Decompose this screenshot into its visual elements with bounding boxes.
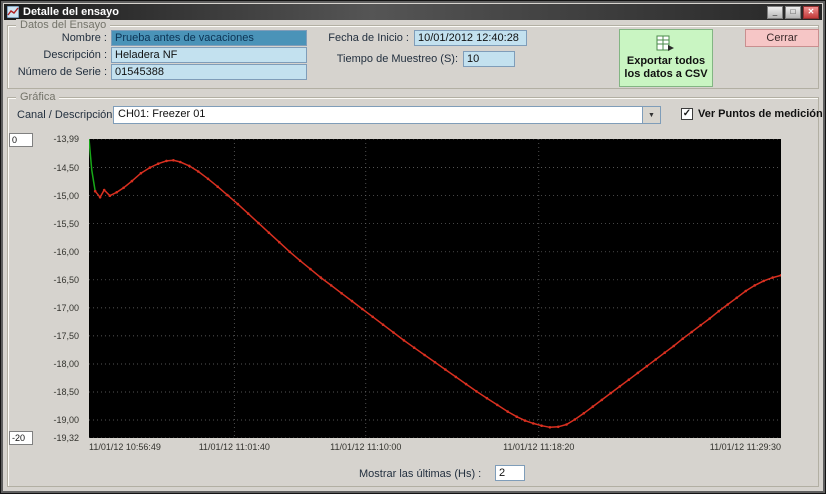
chevron-down-icon[interactable]: ▼ <box>642 107 660 123</box>
y-tick-label: -15,50 <box>53 219 79 229</box>
canal-label: Canal / Descripción : <box>17 109 119 121</box>
dialog-window: Detalle del ensayo _ □ ✕ Datos del Ensay… <box>0 0 826 494</box>
cerrar-button[interactable]: Cerrar <box>745 29 819 47</box>
y-tick-label: -16,00 <box>53 247 79 257</box>
descripcion-label: Descripción : <box>15 49 107 61</box>
grafica-group-label: Gráfica <box>16 91 59 103</box>
y-tick-label: -18,00 <box>53 359 79 369</box>
minimize-button[interactable]: _ <box>767 6 783 19</box>
title-bar: Detalle del ensayo _ □ ✕ <box>4 4 822 20</box>
ver-puntos-checkbox[interactable]: ✓ Ver Puntos de medición <box>681 108 823 120</box>
fecha-inicio-input[interactable] <box>414 30 527 46</box>
tiempo-muestreo-input[interactable] <box>463 51 515 67</box>
export-csv-label: Exportar todos los datos a CSV <box>620 55 712 81</box>
tiempo-muestreo-label: Tiempo de Muestreo (S): <box>321 53 458 65</box>
fecha-inicio-label: Fecha de Inicio : <box>321 32 409 44</box>
y-max-input[interactable] <box>9 133 33 147</box>
mostrar-ultimas-label: Mostrar las últimas (Hs) : <box>359 468 481 480</box>
nombre-label: Nombre : <box>15 32 107 44</box>
y-min-input[interactable] <box>9 431 33 445</box>
canal-combobox[interactable]: CH01: Freezer 01 ▼ <box>113 106 661 124</box>
window-icon <box>7 6 19 18</box>
export-csv-button[interactable]: Exportar todos los datos a CSV <box>619 29 713 87</box>
mostrar-ultimas-input[interactable] <box>495 465 525 481</box>
y-tick-label: -16,50 <box>53 275 79 285</box>
export-csv-icon <box>656 35 676 53</box>
x-tick-label: 11/01/12 11:01:40 <box>199 442 270 452</box>
ver-puntos-label: Ver Puntos de medición <box>698 108 823 120</box>
x-tick-label: 11/01/12 11:18:20 <box>503 442 574 452</box>
chart-svg <box>89 139 781 438</box>
x-axis-labels: 11/01/12 10:56:49 11/01/12 11:01:40 11/01/… <box>89 442 781 454</box>
y-tick-label: -18,50 <box>53 387 79 397</box>
y-tick-label: -17,00 <box>53 303 79 313</box>
y-tick-label: -19,32 <box>53 433 79 443</box>
close-button[interactable]: ✕ <box>803 6 819 19</box>
descripcion-input[interactable] <box>111 47 307 63</box>
x-tick-label: 11/01/12 10:56:49 <box>89 442 161 452</box>
nombre-input[interactable] <box>111 30 307 46</box>
numero-serie-label: Número de Serie : <box>15 66 107 78</box>
y-tick-label: -14,50 <box>53 163 79 173</box>
y-tick-label: -15,00 <box>53 191 79 201</box>
window-title: Detalle del ensayo <box>23 6 765 18</box>
y-tick-label: -19,00 <box>53 415 79 425</box>
y-axis-labels: -13,99-14,50-15,00-15,50-16,00-16,50-17,… <box>31 139 85 438</box>
canal-combobox-value: CH01: Freezer 01 <box>114 107 642 123</box>
maximize-button[interactable]: □ <box>785 6 801 19</box>
x-tick-label: 11/01/12 11:29:30 <box>710 442 781 452</box>
y-tick-label: -17,50 <box>53 331 79 341</box>
cerrar-label: Cerrar <box>766 32 797 44</box>
numero-serie-input[interactable] <box>111 64 307 80</box>
datos-group-label: Datos del Ensayo <box>16 19 110 31</box>
y-tick-label: -13,99 <box>53 134 79 144</box>
checkbox-check-icon[interactable]: ✓ <box>681 108 693 120</box>
x-tick-label: 11/01/12 11:10:00 <box>330 442 401 452</box>
